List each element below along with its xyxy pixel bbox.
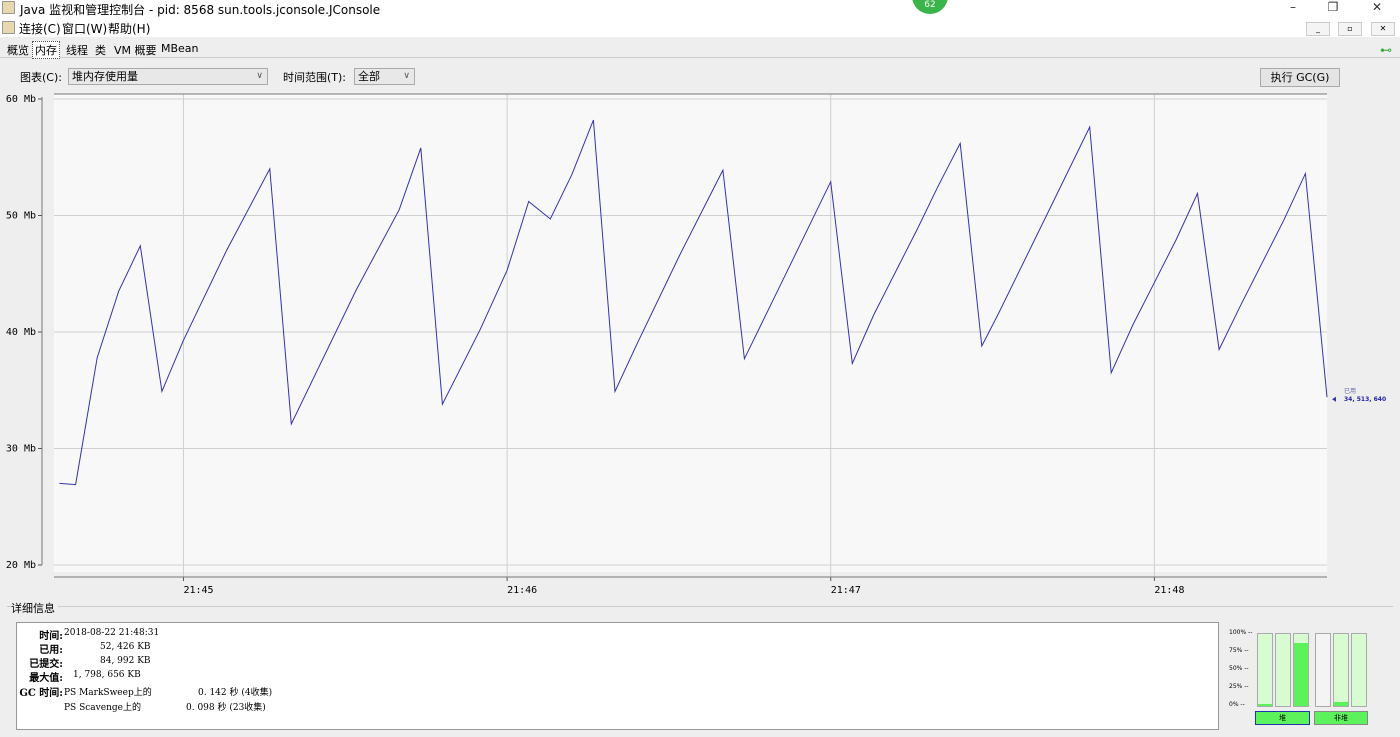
range-select[interactable]: 全部 ∨ [354,68,415,85]
pct-label: 0% -- [1229,701,1245,708]
pct-label: 25% -- [1229,683,1249,690]
x-tick-label: 21:46 [507,585,537,596]
chevron-down-icon: ∨ [403,71,410,81]
menu-window[interactable]: 窗口(W) [62,20,107,37]
detail-key: 已用: [39,645,63,656]
y-tick-label: 50 Mb [6,211,36,222]
chart-label: 图表(C): [20,71,62,84]
series-current-value: 34, 513, 640 [1344,396,1386,403]
java-icon [2,1,15,14]
title-bar: Java 监视和管理控制台 - pid: 8568 sun.tools.jcon… [0,0,1400,17]
y-tick-label: 30 Mb [6,444,36,455]
menu-help[interactable]: 帮助(H) [108,20,150,37]
tab-memory[interactable]: 内存 [32,41,60,59]
mdi-restore-button[interactable]: ▫ [1338,22,1362,36]
pct-label: 100% -- [1229,629,1253,636]
series-name: 已用 [1344,388,1356,395]
x-tick-label: 21:45 [183,585,213,596]
close-button[interactable]: ✕ [1362,0,1392,16]
minimize-button[interactable]: – [1278,0,1308,16]
x-tick-label: 21:47 [831,585,861,596]
java-icon [2,21,15,34]
detail-value: 2018-08-22 21:48:31 [64,628,160,638]
pct-label: 50% -- [1229,665,1249,672]
detail-key: 最大值: [29,673,63,684]
range-select-value: 全部 [358,70,380,83]
tab-overview[interactable]: 概览 [5,42,31,58]
connection-icon: ⊷ [1380,43,1392,57]
detail-value: 52, 426 KB [100,642,151,652]
heap-pool-bar[interactable] [1275,633,1291,707]
nonheap-button[interactable]: 非堆 [1314,711,1368,725]
mdi-minimize-button[interactable]: _ [1306,22,1330,36]
pool-usage-fill [1258,703,1272,706]
tab-threads[interactable]: 线程 [64,42,90,58]
chevron-down-icon: ∨ [256,71,263,81]
y-tick-label: 40 Mb [6,327,36,338]
value-marker-icon [1332,396,1336,402]
memory-chart: 20 Mb 30 Mb 40 Mb 50 Mb 60 Mb 21:45 21:46 21:47… [6,93,1386,596]
tab-mbean[interactable]: MBean [159,42,201,55]
nonheap-pool-bar[interactable] [1315,633,1331,707]
perform-gc-button[interactable]: 执行 GC(G) [1260,68,1340,87]
gc-time: 0. 098 秒 (23收集) [186,703,266,713]
y-tick-label: 60 Mb [6,94,36,105]
gc-time: 0. 142 秒 (4收集) [198,688,273,698]
nonheap-pool-bar[interactable] [1351,633,1367,707]
gc-name: PS MarkSweep上的 [64,688,152,698]
detail-value: 1, 798, 656 KB [73,670,141,680]
mdi-close-button[interactable]: ✕ [1371,22,1395,36]
tab-vm-summary[interactable]: VM 概要 [112,42,159,58]
plot-area [54,94,1327,572]
heap-button[interactable]: 堆 [1255,711,1310,725]
detail-key: 已提交: [29,659,63,670]
pool-usage-fill [1334,701,1348,706]
tab-bar: 概览 内存 线程 类 VM 概要 MBean ⊷ [0,40,1400,59]
pool-usage-fill [1294,642,1308,706]
chart-select-value: 堆内存使用量 [72,70,138,83]
heap-pool-bar[interactable] [1257,633,1273,707]
range-label: 时间范围(T): [283,71,347,84]
menu-connect[interactable]: 连接(C) [19,20,61,37]
x-tick-label: 21:48 [1154,585,1184,596]
badge: 62 [912,0,948,14]
y-tick-label: 20 Mb [6,560,36,571]
gc-name: PS Scavenge上的 [64,703,141,713]
nonheap-pool-bar[interactable] [1333,633,1349,707]
heap-pool-bar[interactable] [1293,633,1309,707]
chart-select[interactable]: 堆内存使用量 ∨ [68,68,268,85]
pct-label: 75% -- [1229,647,1249,654]
detail-value: 84, 992 KB [100,656,151,666]
tab-classes[interactable]: 类 [93,42,108,58]
details-box: 时间: 2018-08-22 21:48:31 已用: 52, 426 KB 已… [16,622,1219,730]
gc-label: GC 时间: [19,688,63,699]
detail-key: 时间: [39,631,63,642]
window-title: Java 监视和管理控制台 - pid: 8568 sun.tools.jcon… [20,3,381,17]
details-title: 详细信息 [11,600,58,616]
menu-bar: 连接(C) 窗口(W) 帮助(H) [0,17,1400,37]
maximize-button[interactable]: ❐ [1318,0,1348,16]
